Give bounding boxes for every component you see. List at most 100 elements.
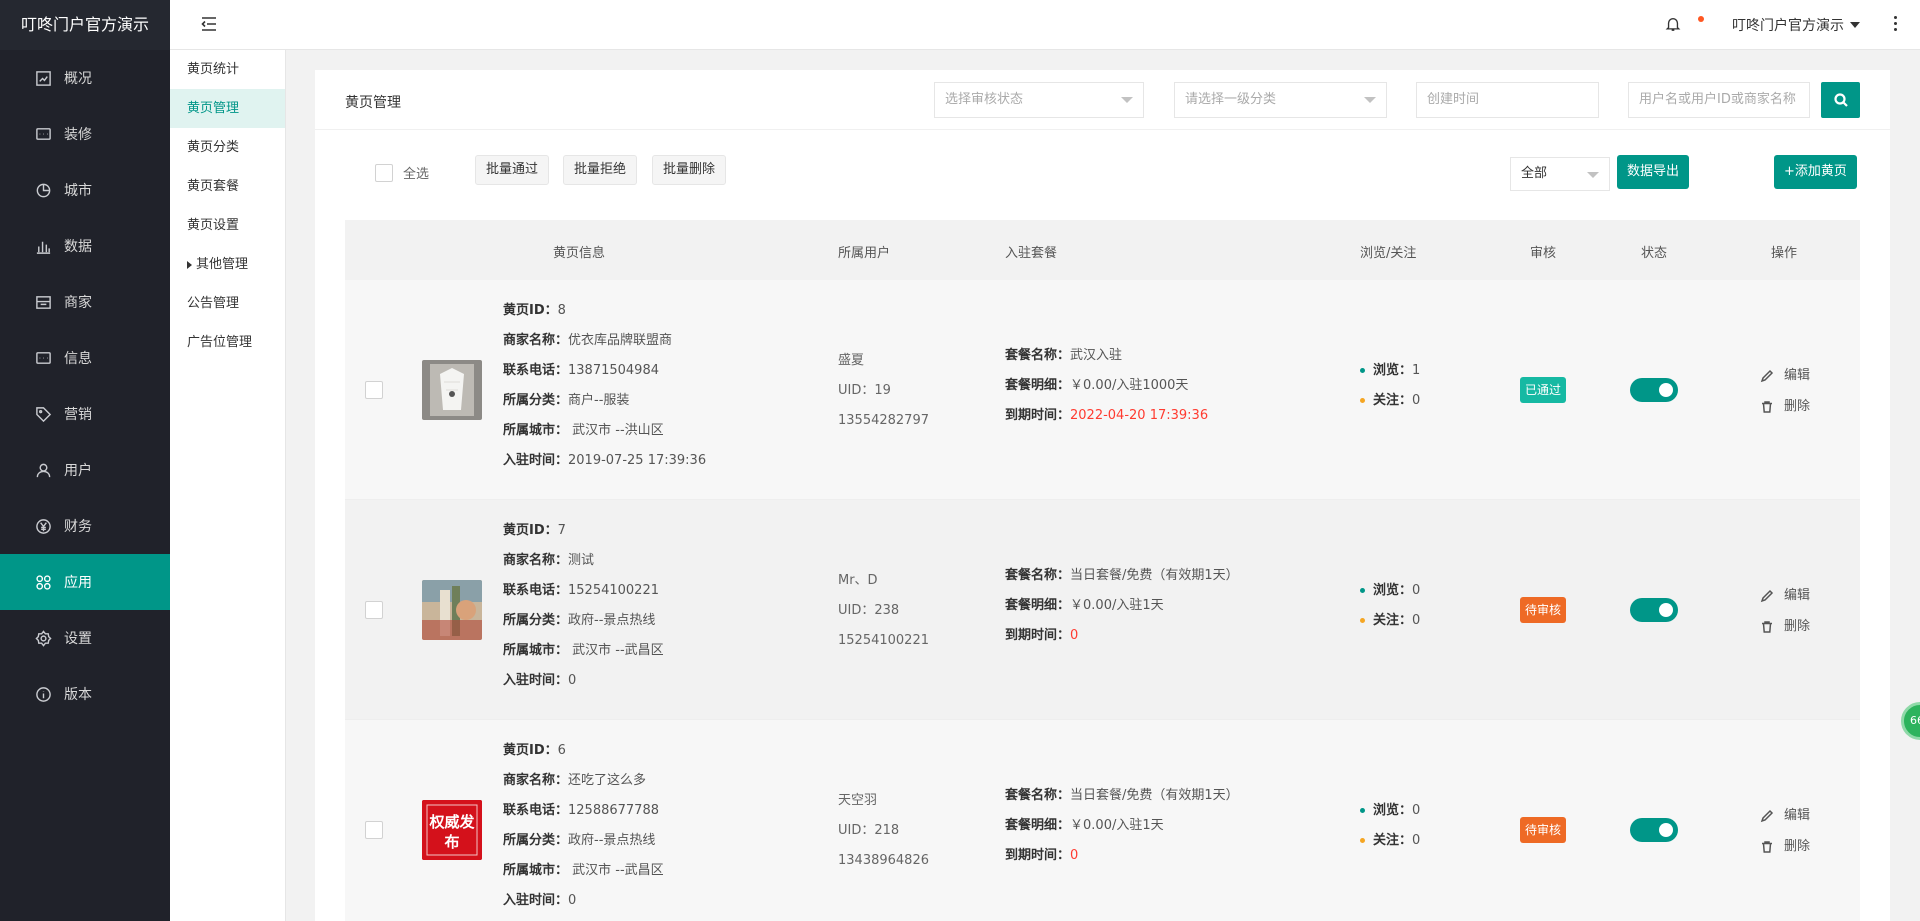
select-all-checkbox[interactable]: 全选 [375,163,429,182]
input-placeholder: 创建时间 [1427,92,1480,107]
package-info: 套餐名称：武汉入驻 套餐明细：￥0.00/入驻1000天 到期时间：2022-0… [1005,341,1208,431]
join-time: 0 [568,893,577,908]
row-checkbox[interactable] [365,821,383,839]
sidebar-item-data[interactable]: 数据 [0,218,170,274]
delete-label: 删除 [1784,619,1811,634]
delete-button[interactable]: 删除 [1760,391,1810,422]
sidebar-item-marketing[interactable]: 营销 [0,386,170,442]
merchant-city: 武汉市 --武昌区 [568,863,664,878]
edit-label: 编辑 [1784,588,1811,603]
row-checkbox[interactable] [365,601,383,619]
export-button[interactable]: 数据导出 [1617,155,1690,189]
batch-reject-button[interactable]: 批量拒绝 [563,155,638,185]
header-user: 所属用户 [838,246,891,261]
trash-icon [1762,400,1772,413]
merchant-category: 商户--服装 [568,393,630,408]
audit-status-select[interactable]: 选择审核状态 [934,82,1144,118]
field-label: 所属分类： [503,833,569,848]
chevron-down-icon [1121,97,1133,103]
notification-dot [1698,16,1704,22]
card-header: 黄页管理 选择审核状态 请选择一级分类 创建时间 用户名或用户ID或商家名称 [315,70,1890,130]
merchant-name: 优衣库品牌联盟商 [568,333,673,348]
field-label: 联系电话： [503,803,569,818]
bell-icon[interactable] [1665,16,1683,34]
submenu-item-category[interactable]: 黄页分类 [170,128,285,167]
submenu-item-package[interactable]: 黄页套餐 [170,167,285,206]
row-checkbox[interactable] [365,381,383,399]
sidebar-item-overview[interactable]: 概况 [0,50,170,106]
delete-button[interactable]: 删除 [1760,831,1810,862]
floating-badge[interactable]: 66 [1901,702,1920,740]
toggle-knob [1659,383,1673,397]
row-actions: 编辑 删除 [1760,580,1810,642]
merchant-phone: 12588677788 [568,803,659,818]
info-icon [34,685,52,703]
package-info: 套餐名称：当日套餐/免费（有效期1天） 套餐明细：￥0.00/入驻1天 到期时间… [1005,781,1239,871]
field-label: 套餐明细： [1005,818,1071,833]
submenu-item-manage[interactable]: 黄页管理 [170,89,285,128]
merchant-category: 政府--景点热线 [568,613,656,628]
batch-approve-button[interactable]: 批量通过 [475,155,550,185]
edit-button[interactable]: 编辑 [1760,580,1810,611]
more-vertical-icon[interactable] [1890,16,1900,34]
select-placeholder: 请选择一级分类 [1185,92,1277,107]
sidebar-item-merchant[interactable]: 商家 [0,274,170,330]
keyword-search-input[interactable]: 用户名或用户ID或商家名称 [1628,82,1810,118]
category-select[interactable]: 请选择一级分类 [1174,82,1387,118]
field-label: 商家名称： [503,333,569,348]
sidebar-item-info[interactable]: 信息 [0,330,170,386]
edit-button[interactable]: 编辑 [1760,800,1810,831]
field-label: 套餐名称： [1005,788,1071,803]
search-button[interactable] [1821,82,1860,118]
add-yellow-page-button[interactable]: +添加黄页 [1774,155,1857,189]
search-icon [1833,93,1848,107]
sidebar-item-version[interactable]: 版本 [0,666,170,722]
status-toggle[interactable] [1630,818,1678,842]
edit-label: 编辑 [1784,808,1811,823]
user-menu[interactable]: 叮咚门户官方演示 [1732,15,1860,35]
bullet-dot [1360,398,1365,403]
field-label: 联系电话： [503,363,569,378]
sidebar-item-finance[interactable]: 财务 [0,498,170,554]
field-label: 到期时间： [1005,628,1071,643]
created-time-input[interactable]: 创建时间 [1416,82,1599,118]
sidebar-item-users[interactable]: 用户 [0,442,170,498]
chart-icon [34,237,52,255]
sidebar-item-city[interactable]: 城市 [0,162,170,218]
join-time: 0 [568,673,577,688]
edit-button[interactable]: 编辑 [1760,360,1810,391]
trash-icon [1762,620,1772,633]
scope-select[interactable]: 全部 [1510,157,1610,191]
field-label: 到期时间： [1005,848,1071,863]
pencil-icon [1760,369,1774,382]
submenu-item-notice[interactable]: 公告管理 [170,284,285,323]
delete-button[interactable]: 删除 [1760,611,1810,642]
submenu-item-ads[interactable]: 广告位管理 [170,323,285,362]
sidebar-item-label: 概况 [64,71,92,87]
bullet-dot [1360,618,1365,623]
submenu-item-settings[interactable]: 黄页设置 [170,206,285,245]
sidebar-item-decoration[interactable]: 装修 [0,106,170,162]
user-icon [34,461,52,479]
status-toggle[interactable] [1630,598,1678,622]
sidebar-item-label: 商家 [64,295,92,311]
submenu-item-stats[interactable]: 黄页统计 [170,50,285,89]
submenu-item-other[interactable]: 其他管理 [170,245,285,284]
sidebar-item-apps[interactable]: 应用 [0,554,170,610]
checkbox[interactable] [375,163,393,182]
owner-user: 盛夏 UID：19 13554282797 [838,346,929,436]
status-toggle[interactable] [1630,378,1678,402]
package-info: 套餐名称：当日套餐/免费（有效期1天） 套餐明细：￥0.00/入驻1天 到期时间… [1005,561,1239,651]
tag-icon [34,405,52,423]
menu-toggle-icon[interactable] [200,15,220,35]
sidebar-item-label: 版本 [64,687,92,703]
field-label: 入驻时间： [503,673,569,688]
sidebar-item-settings[interactable]: 设置 [0,610,170,666]
join-time: 2019-07-25 17:39:36 [568,453,707,468]
field-label: 商家名称： [503,553,569,568]
view-follow-stats: 浏览：1 关注：0 [1360,356,1420,416]
view-count: 0 [1412,803,1421,818]
user-name: 盛夏 [838,353,865,368]
merchant-phone: 15254100221 [568,583,659,598]
batch-delete-button[interactable]: 批量删除 [652,155,727,185]
